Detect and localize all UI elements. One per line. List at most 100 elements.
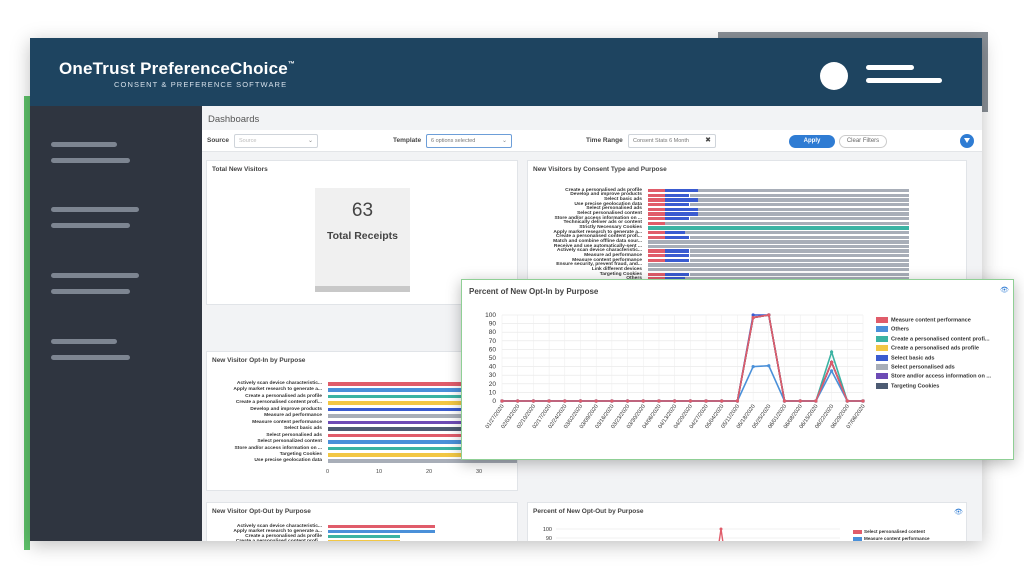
legend-item: Select personalised content xyxy=(853,529,925,534)
sidebar-item[interactable] xyxy=(51,339,117,344)
legend-label: Store and/or access information on ... xyxy=(891,373,992,380)
legend-item: Targeting Cookies xyxy=(876,382,939,389)
stacked-bar-segment xyxy=(648,212,665,216)
source-label: Source xyxy=(207,137,230,144)
menu-line xyxy=(866,78,942,83)
stacked-bar-segment xyxy=(664,207,698,211)
stacked-bar-segment xyxy=(648,193,665,198)
time-range-select[interactable]: Consent Stats 6 Month ✖ xyxy=(628,134,716,148)
chevron-down-icon: ⌄ xyxy=(501,138,507,144)
bar xyxy=(328,534,400,539)
stacked-bar-segment xyxy=(664,272,690,277)
sidebar-item[interactable] xyxy=(51,142,117,147)
data-point xyxy=(782,399,787,403)
bar-label: Develop and improve products xyxy=(250,406,322,412)
x-tick-label: 30 xyxy=(476,468,483,475)
card-title: New Visitor Opt-In by Purpose xyxy=(212,357,306,364)
data-point xyxy=(814,399,818,403)
legend-item: Select personalised ads xyxy=(876,364,955,370)
clear-x-icon[interactable]: ✖ xyxy=(705,136,711,144)
legend-swatch xyxy=(876,364,888,370)
legend-item: Create a personalised ads profile xyxy=(876,345,979,352)
data-point xyxy=(625,399,630,403)
source-select[interactable]: Source ⌄ xyxy=(234,134,318,148)
legend-item: Others xyxy=(876,326,909,333)
card-title: Total New Visitors xyxy=(212,166,268,173)
y-tick-label: 100 xyxy=(485,312,496,319)
bar-label: Actively scan device characteristic... xyxy=(236,381,322,386)
legend-label: Select basic ads xyxy=(891,355,935,362)
stacked-bar-segment xyxy=(664,193,690,198)
x-tick-label: 20 xyxy=(426,468,433,475)
data-point xyxy=(547,399,551,403)
app-header: OneTrust PreferenceChoice™ CONSENT & PRE… xyxy=(30,38,982,106)
card-title: New Visitors by Consent Type and Purpose xyxy=(533,166,667,173)
pct-opt-in-svg: 010203040506070809010001/27/202002/03/20… xyxy=(485,312,867,430)
legend-swatch xyxy=(876,317,888,323)
template-select[interactable]: 6 options selected ⌄ xyxy=(426,134,512,148)
sidebar-item[interactable] xyxy=(51,158,130,163)
y-tick-label: 90 xyxy=(489,321,497,328)
legend-swatch xyxy=(876,373,888,380)
stacked-bar-segment xyxy=(648,244,910,249)
bar xyxy=(328,539,400,541)
bar-label: Create a personalised content profi... xyxy=(235,538,322,542)
legend-item: Measure content performance xyxy=(876,317,971,323)
stacked-bar-segment xyxy=(664,202,690,207)
legend-swatch xyxy=(853,536,862,541)
template-value: 6 options selected xyxy=(431,138,476,144)
sidebar-item[interactable] xyxy=(51,207,139,212)
stacked-bar-segment xyxy=(648,189,665,193)
sidebar-item[interactable] xyxy=(51,289,130,294)
legend-label: Select personalised content xyxy=(864,529,926,534)
data-point xyxy=(767,313,771,317)
stacked-bar-segment xyxy=(664,212,698,216)
data-point xyxy=(516,399,520,403)
sidebar-item[interactable] xyxy=(51,355,130,360)
page-title: Dashboards xyxy=(208,114,260,125)
apply-button[interactable]: Apply xyxy=(789,135,835,148)
sidebar-item[interactable] xyxy=(51,223,130,228)
stacked-bar-segment xyxy=(648,268,910,272)
receipt-label: Total Receipts xyxy=(327,230,398,242)
y-tick-label: 20 xyxy=(489,381,497,388)
card-pct-opt-out: Percent of New Opt-Out by Purpose 👁 100 9… xyxy=(527,502,967,541)
y-tick-label: 60 xyxy=(489,346,497,353)
stacked-bar-segment xyxy=(648,235,665,239)
time-range-label: Time Range xyxy=(586,137,623,144)
y-tick-label: 50 xyxy=(489,355,497,362)
receipt-shadow xyxy=(315,286,410,292)
stacked-bar-segment xyxy=(648,230,665,235)
legend-swatch xyxy=(853,529,862,534)
stacked-bar-segment xyxy=(648,207,665,211)
source-placeholder: Source xyxy=(239,138,257,144)
clear-filters-button[interactable]: Clear Filters xyxy=(839,135,887,148)
legend-swatch xyxy=(876,326,888,333)
sidebar-item[interactable] xyxy=(51,273,139,278)
receipt-tile: 63 Total Receipts xyxy=(315,188,410,292)
data-point xyxy=(861,399,865,403)
stacked-bar-segment xyxy=(697,212,910,216)
data-point xyxy=(578,399,583,403)
data-point xyxy=(531,399,535,403)
stacked-bar-segment xyxy=(685,230,910,235)
filter-icon[interactable] xyxy=(960,134,974,148)
avatar[interactable] xyxy=(820,62,848,90)
stacked-bar-segment xyxy=(689,216,910,221)
y-tick-label: 40 xyxy=(489,364,497,371)
data-point xyxy=(500,399,504,403)
data-point xyxy=(830,360,834,364)
chevron-down-icon: ⌄ xyxy=(307,138,313,144)
legend-item: Select basic ads xyxy=(876,354,935,362)
stacked-bar-segment xyxy=(689,193,910,198)
stacked-bar-segment xyxy=(648,221,665,225)
stacked-bar-segment xyxy=(697,207,910,211)
legend-swatch xyxy=(876,354,888,361)
y-tick-label: 70 xyxy=(489,338,497,345)
data-point xyxy=(563,399,567,403)
time-range-value: Consent Stats 6 Month xyxy=(633,138,689,144)
data-point xyxy=(719,527,723,531)
x-tick-label: 10 xyxy=(376,468,383,475)
stacked-bar-segment xyxy=(664,189,698,193)
legend-label: Select personalised ads xyxy=(891,364,955,371)
